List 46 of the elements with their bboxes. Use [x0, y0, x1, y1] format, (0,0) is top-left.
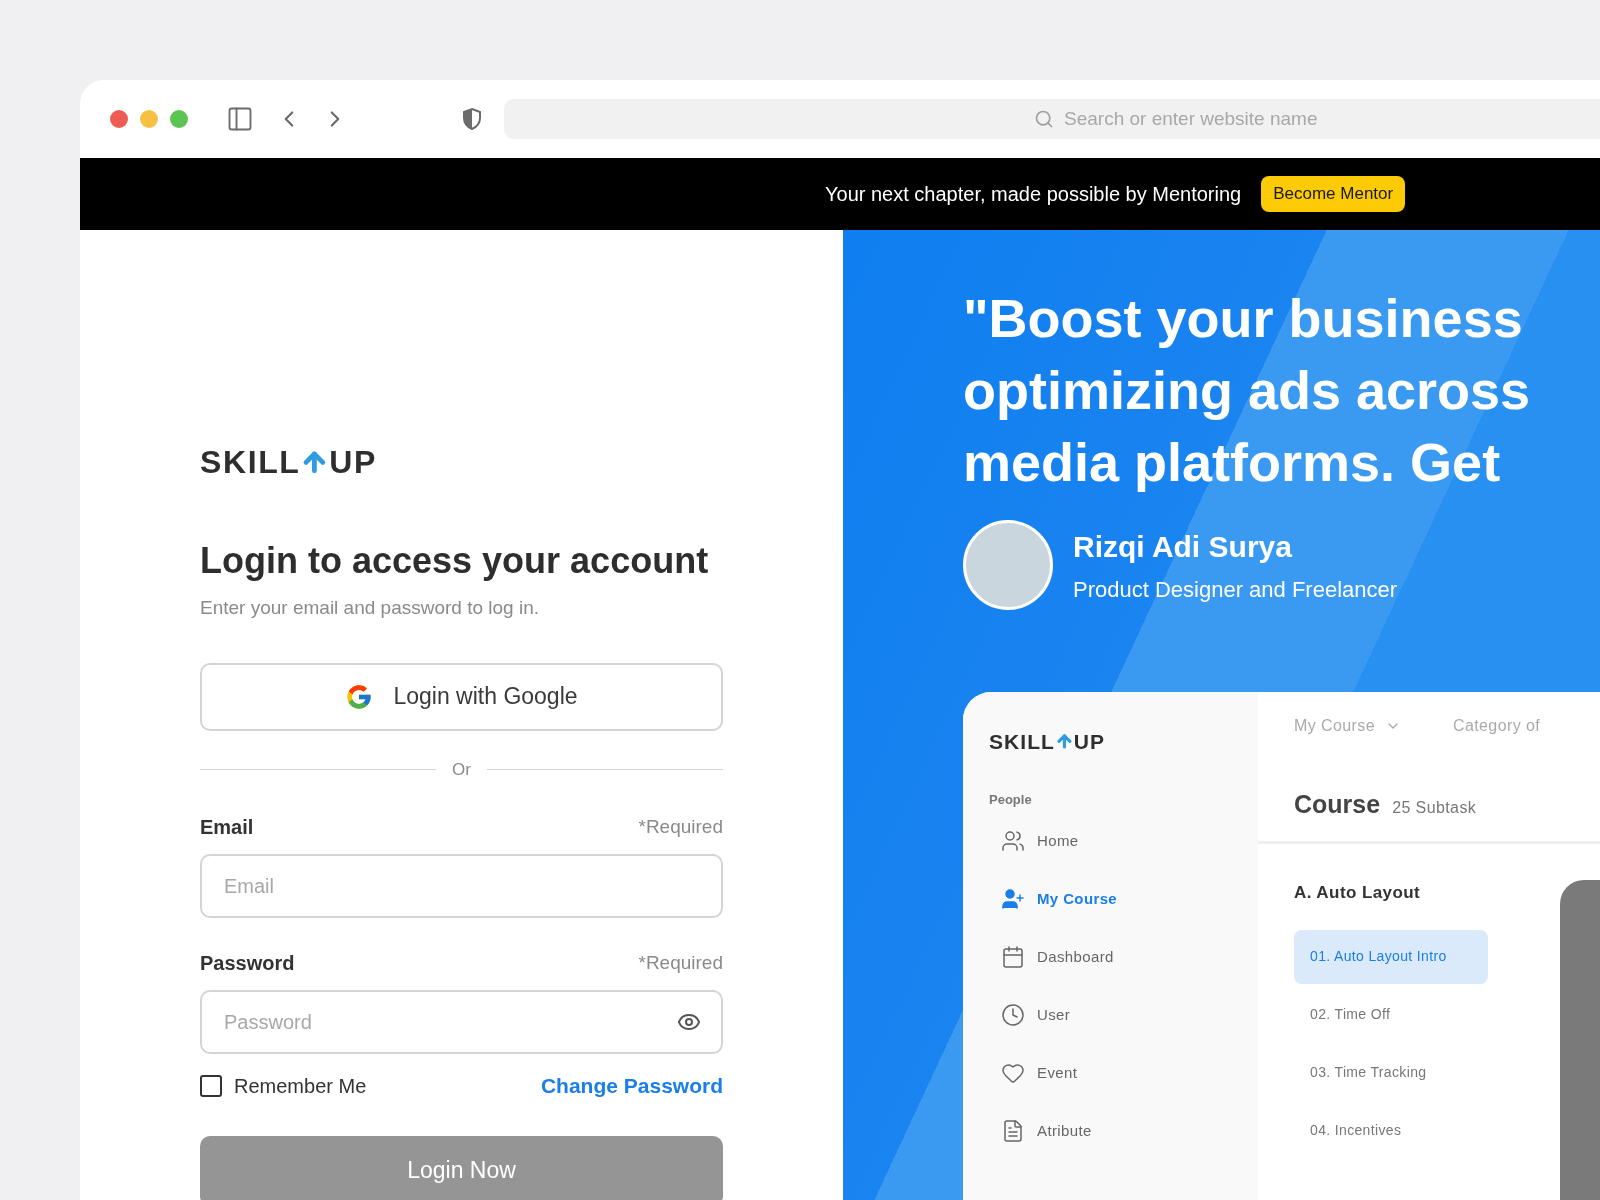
sidebar-item[interactable]: Atribute [1001, 1119, 1258, 1143]
sidebar-section-label: People [989, 790, 1033, 809]
password-field[interactable]: Password [200, 990, 723, 1054]
lesson-item[interactable]: 02. Time Off [1294, 987, 1488, 1042]
sidebar-item[interactable]: Dashboard [1001, 945, 1258, 969]
remember-checkbox[interactable] [200, 1074, 222, 1097]
author-role: Product Designer and Freelancer [1073, 576, 1398, 604]
top-nav-item[interactable]: Category of [1452, 714, 1541, 738]
heart-icon [1001, 1061, 1025, 1085]
document-icon [1001, 1119, 1025, 1143]
google-icon [345, 682, 374, 711]
lesson-item[interactable]: 03. Time Tracking [1294, 1045, 1488, 1100]
sidebar-item[interactable]: User [1001, 1003, 1258, 1027]
quote-text: "Boost your business optimizing ads across media platforms. Get [963, 287, 1532, 494]
field-label: Email [200, 815, 254, 840]
author-name: Rizqi Adi Surya [1073, 529, 1293, 565]
remember-label: Remember Me [234, 1073, 367, 1099]
banner-text: Your next chapter, made possible by Mentoring [825, 182, 1242, 207]
lesson-item[interactable]: 04. Incentives [1294, 1103, 1488, 1158]
shield-icon[interactable] [460, 107, 484, 131]
login-subtitle: Enter your email and password to log in. [200, 596, 540, 620]
email-field[interactable]: Email [200, 854, 723, 918]
course-title: Course [1294, 789, 1381, 820]
subtask-count: 25 Subtask [1392, 798, 1477, 818]
logo: SKILL UP [200, 443, 378, 482]
clock-icon [1001, 1003, 1025, 1027]
required-note: *Required [638, 814, 723, 839]
lesson-item[interactable]: 01. Auto Layout Intro [1294, 929, 1488, 984]
search-icon [1034, 109, 1054, 129]
change-password-link[interactable]: Change Password [540, 1070, 723, 1102]
people-icon [1001, 829, 1025, 853]
required-note: *Required [638, 950, 723, 975]
sidebar-item[interactable]: Home [1001, 829, 1258, 853]
logo: SKILL UP [989, 729, 1107, 755]
user-plus-icon [1001, 887, 1025, 911]
calendar-icon [1001, 945, 1025, 969]
lesson-group-title: A. Auto Layout [1294, 882, 1422, 904]
sidebar-toggle-icon[interactable] [226, 105, 254, 133]
google-login-button[interactable]: Login with Google [200, 662, 723, 731]
field-label: Password [200, 951, 295, 976]
sidebar-item[interactable]: My Course [1001, 887, 1258, 911]
login-heading: Login to access your account [200, 539, 710, 583]
address-placeholder: Search or enter website name [1064, 106, 1318, 131]
divider-text: Or [452, 758, 471, 781]
become-mentor-button[interactable]: Become Mentor [1261, 176, 1406, 212]
sidebar-item[interactable]: Event [1001, 1061, 1258, 1085]
